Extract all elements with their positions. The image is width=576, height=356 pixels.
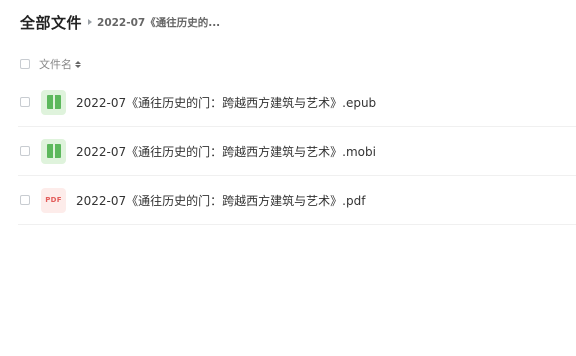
sort-icon[interactable] [75,60,81,68]
ebook-icon [41,89,66,115]
file-row[interactable]: 2022-07《通往历史的门：跨越西方建筑与艺术》.epub [18,78,576,127]
ebook-icon [41,138,66,164]
select-all-checkbox[interactable] [20,59,30,69]
file-list: 2022-07《通往历史的门：跨越西方建筑与艺术》.epub 2022-07《通… [0,78,576,225]
list-header: 文件名 [20,55,576,73]
breadcrumb: 全部文件 2022-07《通往历史的... [20,10,220,34]
pdf-icon-label: PDF [45,196,62,204]
chevron-right-icon [88,19,93,25]
pdf-icon: PDF [41,187,66,213]
file-name[interactable]: 2022-07《通往历史的门：跨越西方建筑与艺术》.pdf [76,192,365,209]
breadcrumb-current: 2022-07《通往历史的... [97,16,221,29]
file-row[interactable]: PDF 2022-07《通往历史的门：跨越西方建筑与艺术》.pdf [18,176,576,225]
row-checkbox[interactable] [20,97,30,107]
file-browser: 全部文件 2022-07《通往历史的... 文件名 2022-07《通往历史的门… [0,0,576,356]
breadcrumb-root[interactable]: 全部文件 [20,12,82,33]
file-row[interactable]: 2022-07《通往历史的门：跨越西方建筑与艺术》.mobi [18,127,576,176]
file-name[interactable]: 2022-07《通往历史的门：跨越西方建筑与艺术》.mobi [76,143,376,160]
column-header-filename[interactable]: 文件名 [39,56,72,72]
row-checkbox[interactable] [20,146,30,156]
file-name[interactable]: 2022-07《通往历史的门：跨越西方建筑与艺术》.epub [76,94,376,111]
row-checkbox[interactable] [20,195,30,205]
